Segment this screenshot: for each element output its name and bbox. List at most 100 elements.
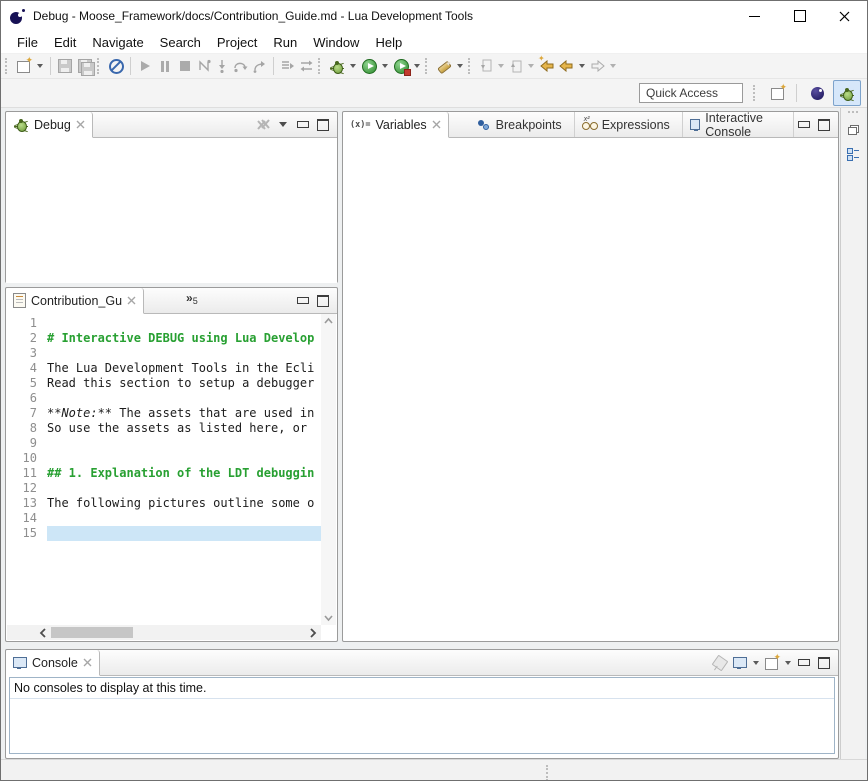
close-tab-icon[interactable] <box>432 120 441 129</box>
editor-vertical-scrollbar[interactable] <box>321 314 336 625</box>
editor-line-6[interactable]: 6 <box>7 391 321 406</box>
coverage-button[interactable] <box>391 55 411 77</box>
step-into-button[interactable] <box>213 55 231 77</box>
editor-line-3[interactable]: 3 <box>7 346 321 361</box>
menu-window[interactable]: Window <box>305 33 367 52</box>
menu-help[interactable]: Help <box>367 33 410 52</box>
previous-annotation-button[interactable] <box>507 55 525 77</box>
tab-variables[interactable]: (x)= Variables <box>343 112 449 138</box>
debug-view-content[interactable] <box>6 138 337 283</box>
editor-horizontal-scrollbar[interactable] <box>7 625 321 640</box>
editor-minimize-button[interactable] <box>293 291 313 311</box>
scroll-right-icon[interactable] <box>309 628 317 638</box>
outline-view-button[interactable] <box>843 144 863 164</box>
debug-view-menu-button[interactable] <box>273 115 293 135</box>
menu-navigate[interactable]: Navigate <box>84 33 151 52</box>
scroll-left-icon[interactable] <box>39 628 47 638</box>
pin-console-button[interactable] <box>710 653 730 673</box>
forward-dropdown[interactable] <box>610 64 616 68</box>
editor-line-9[interactable]: 9 <box>7 436 321 451</box>
scroll-up-icon[interactable] <box>324 317 333 326</box>
editor-line-11[interactable]: 11## 1. Explanation of the LDT debuggin <box>7 466 321 481</box>
console-content[interactable]: No consoles to display at this time. <box>9 677 835 754</box>
lua-perspective-button[interactable] <box>803 80 831 106</box>
close-tab-icon[interactable] <box>76 120 85 129</box>
editor-line-15[interactable]: 15 <box>7 526 321 541</box>
resume-button[interactable] <box>135 55 155 77</box>
restore-view-button[interactable] <box>843 120 863 140</box>
variables-content[interactable] <box>344 138 837 640</box>
editor-line-13[interactable]: 13The following pictures outline some o <box>7 496 321 511</box>
editor-text-area[interactable]: 12# Interactive DEBUG using Lua Develop3… <box>7 316 321 541</box>
skip-all-breakpoints-button[interactable] <box>106 55 126 77</box>
editor-line-2[interactable]: 2# Interactive DEBUG using Lua Develop <box>7 331 321 346</box>
variables-minimize-button[interactable] <box>794 115 814 135</box>
editor-maximize-button[interactable] <box>313 291 333 311</box>
status-drag-handle[interactable] <box>546 765 551 781</box>
tab-interactive-console[interactable]: Interactive Console <box>683 112 794 137</box>
toolbar-grip[interactable] <box>425 58 430 74</box>
editor-line-4[interactable]: 4The Lua Development Tools in the Ecli <box>7 361 321 376</box>
back-dropdown[interactable] <box>579 64 585 68</box>
terminate-button[interactable] <box>175 55 195 77</box>
tab-expressions[interactable]: x² Expressions <box>575 112 683 137</box>
debug-button[interactable] <box>327 55 347 77</box>
close-window-button[interactable] <box>822 1 867 31</box>
new-wizard-dropdown[interactable] <box>37 64 43 68</box>
debug-view-minimize-button[interactable] <box>293 115 313 135</box>
minimize-window-button[interactable] <box>732 1 777 31</box>
menu-search[interactable]: Search <box>152 33 209 52</box>
toolbar-grip[interactable] <box>97 58 102 74</box>
close-tab-icon[interactable] <box>83 658 92 667</box>
drop-to-frame-button[interactable] <box>278 55 297 77</box>
editor-line-5[interactable]: 5Read this section to setup a debugger <box>7 376 321 391</box>
debug-perspective-button[interactable] <box>833 80 861 106</box>
forward-button[interactable] <box>588 55 607 77</box>
editor-line-8[interactable]: 8So use the assets as listed here, or <box>7 421 321 436</box>
open-console-button[interactable]: ✦ <box>762 653 782 673</box>
save-button[interactable] <box>55 55 75 77</box>
scroll-down-icon[interactable] <box>324 613 333 622</box>
editor-line-14[interactable]: 14 <box>7 511 321 526</box>
variables-maximize-button[interactable] <box>814 115 834 135</box>
tab-contribution-guide[interactable]: Contribution_Gu <box>6 288 144 314</box>
console-maximize-button[interactable] <box>814 653 834 673</box>
menu-file[interactable]: File <box>9 33 46 52</box>
run-button[interactable] <box>359 55 379 77</box>
editor-line-7[interactable]: 7**Note:** The assets that are used in <box>7 406 321 421</box>
console-minimize-button[interactable] <box>794 653 814 673</box>
mark-occurrences-dropdown[interactable] <box>457 64 463 68</box>
tab-breakpoints[interactable]: Breakpoints <box>471 112 575 137</box>
last-edit-location-button[interactable]: ✦ <box>537 55 557 77</box>
hidden-editors-chevron[interactable]: »5 <box>180 288 204 313</box>
editor-line-10[interactable]: 10 <box>7 451 321 466</box>
step-return-button[interactable] <box>250 55 269 77</box>
hscroll-thumb[interactable] <box>51 627 133 638</box>
tab-debug[interactable]: Debug <box>6 112 93 138</box>
toolbar-grip[interactable] <box>468 58 473 74</box>
open-console-dropdown[interactable] <box>785 661 791 665</box>
use-step-filters-button[interactable] <box>297 55 316 77</box>
display-console-dropdown[interactable] <box>753 661 759 665</box>
open-perspective-button[interactable]: ✦ <box>764 80 792 106</box>
maximize-window-button[interactable] <box>777 1 822 31</box>
suspend-button[interactable] <box>155 55 175 77</box>
menu-project[interactable]: Project <box>209 33 265 52</box>
perspective-grip[interactable] <box>753 85 758 101</box>
toolbar-grip[interactable] <box>318 58 323 74</box>
step-over-button[interactable] <box>231 55 250 77</box>
coverage-dropdown[interactable] <box>414 64 420 68</box>
display-selected-console-button[interactable] <box>730 653 750 673</box>
debug-dropdown[interactable] <box>350 64 356 68</box>
editor-line-12[interactable]: 12 <box>7 481 321 496</box>
next-annotation-dropdown[interactable] <box>498 64 504 68</box>
menu-edit[interactable]: Edit <box>46 33 84 52</box>
back-button[interactable] <box>557 55 576 77</box>
menu-run[interactable]: Run <box>265 33 305 52</box>
trim-grip[interactable] <box>848 111 858 116</box>
previous-annotation-dropdown[interactable] <box>528 64 534 68</box>
next-annotation-button[interactable] <box>477 55 495 77</box>
save-all-button[interactable] <box>75 55 95 77</box>
quick-access-input[interactable]: Quick Access <box>639 83 743 103</box>
tab-console[interactable]: Console <box>6 650 100 676</box>
